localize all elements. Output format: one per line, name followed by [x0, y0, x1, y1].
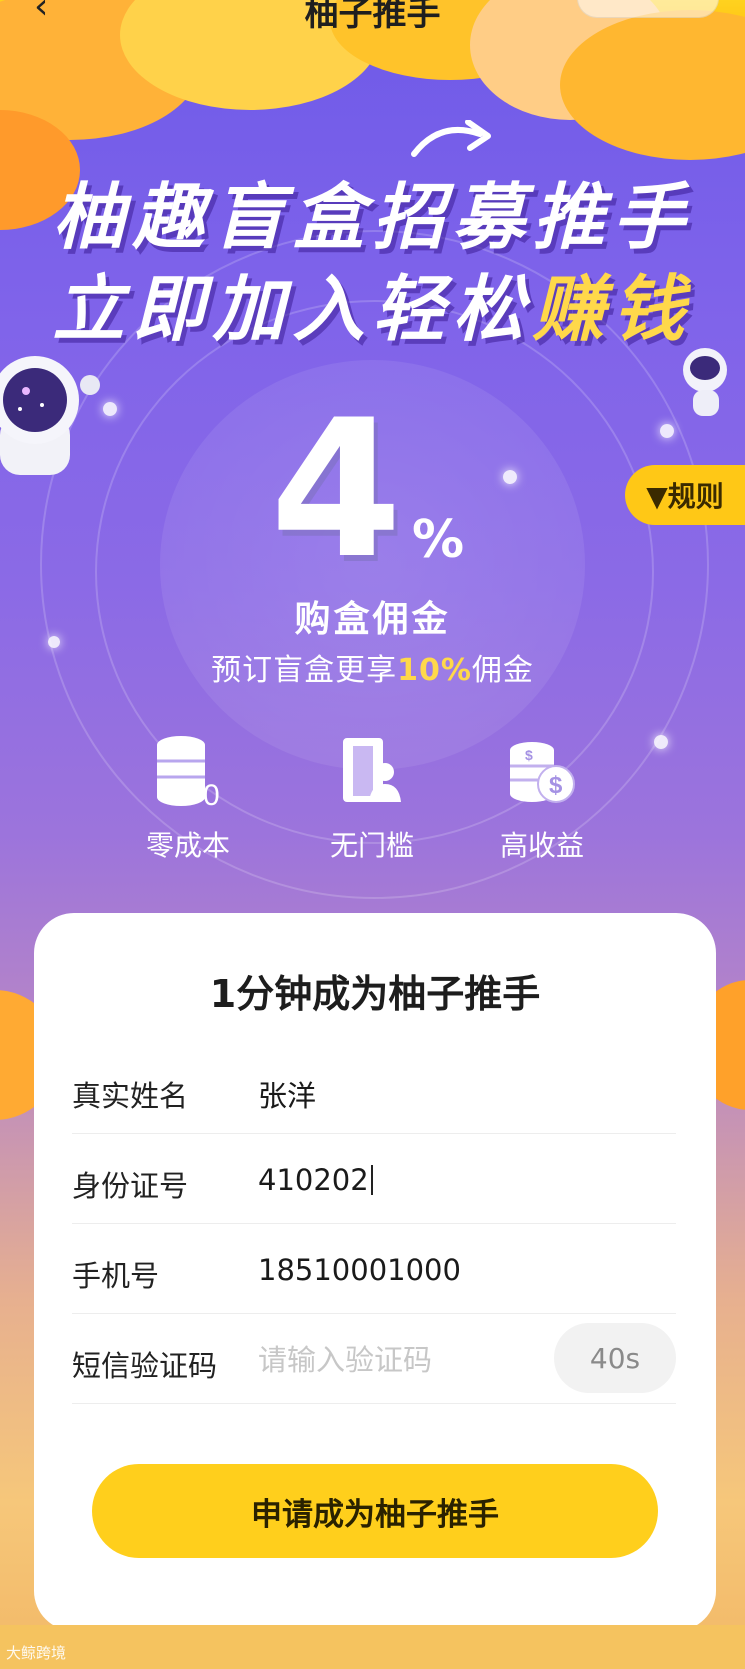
sms-code-input[interactable]: [258, 1343, 558, 1377]
id-number-value: 410202: [258, 1163, 369, 1197]
name-field[interactable]: 张洋: [258, 1073, 316, 1115]
commission-number: 4: [270, 379, 403, 600]
sparkle-decoration: [503, 470, 517, 484]
headline-line1: 柚趣盲盒招募推手: [52, 175, 693, 259]
astronaut-small-icon: [683, 348, 727, 416]
text-cursor: [370, 1165, 373, 1195]
field-row-sms: 短信验证码 40s: [72, 1313, 676, 1404]
field-label: 身份证号: [72, 1169, 189, 1203]
headline-line2-text: 立即加入轻松: [52, 267, 533, 351]
field-row-phone: 手机号 18510001000: [72, 1223, 676, 1314]
headline-line2: 立即加入轻松赚钱: [0, 250, 745, 355]
subline-suffix: 佣金: [471, 653, 534, 688]
subline-prefix: 预订盲盒更享: [211, 653, 398, 688]
commission-label: 购盒佣金: [294, 599, 451, 640]
submit-button[interactable]: 申请成为柚子推手: [92, 1464, 658, 1558]
door-person-icon: [292, 730, 452, 812]
field-label: 短信验证码: [72, 1349, 218, 1383]
coin-stack-icon: 0: [108, 730, 268, 812]
rules-button[interactable]: ▼规则: [625, 465, 745, 525]
svg-text:0: 0: [203, 779, 220, 809]
commission-percent: %: [412, 510, 465, 570]
mini-program-capsule[interactable]: [577, 0, 719, 18]
sparkle-decoration: [103, 402, 117, 416]
feature-high-return: $ $ 高收益: [462, 730, 622, 864]
subline-highlight: 10%: [397, 653, 472, 688]
feature-zero-cost: 0 零成本: [108, 730, 268, 864]
field-row-name: 真实姓名 张洋: [72, 1043, 676, 1134]
astronaut-icon: [0, 356, 100, 475]
headline-highlight: 赚钱: [532, 267, 693, 351]
feature-label: 高收益: [499, 829, 584, 862]
svg-text:$: $: [549, 772, 563, 799]
commission-subline: 预订盲盒更享10%佣金: [0, 645, 745, 689]
field-row-id: 身份证号 410202: [72, 1133, 676, 1224]
phone-field[interactable]: 18510001000: [258, 1253, 461, 1287]
card-title: 1分钟成为柚子推手: [209, 972, 541, 1016]
watermark: 大鲸跨境: [6, 1644, 67, 1662]
page: ‹ 柚子推手 柚趣盲盒招募推手 立即加入轻松赚钱 ▼规则 4 % 购盒佣金 预订…: [0, 0, 745, 1669]
feature-label: 无门槛: [329, 829, 414, 862]
resend-code-button[interactable]: 40s: [554, 1323, 676, 1393]
feature-label: 零成本: [145, 829, 230, 862]
money-coins-icon: $ $: [462, 730, 622, 812]
feature-no-threshold: 无门槛: [292, 730, 452, 864]
application-card: 1分钟成为柚子推手 真实姓名 张洋 身份证号 410202 手机号 185100…: [34, 913, 716, 1631]
sparkle-decoration: [654, 735, 668, 749]
bottom-strip: [0, 1625, 745, 1669]
id-number-field[interactable]: 410202: [258, 1163, 373, 1197]
arrow-icon: [411, 120, 491, 157]
field-label: 真实姓名: [72, 1079, 189, 1113]
sparkle-decoration: [660, 424, 674, 438]
field-label: 手机号: [72, 1259, 160, 1293]
svg-text:$: $: [525, 747, 533, 763]
